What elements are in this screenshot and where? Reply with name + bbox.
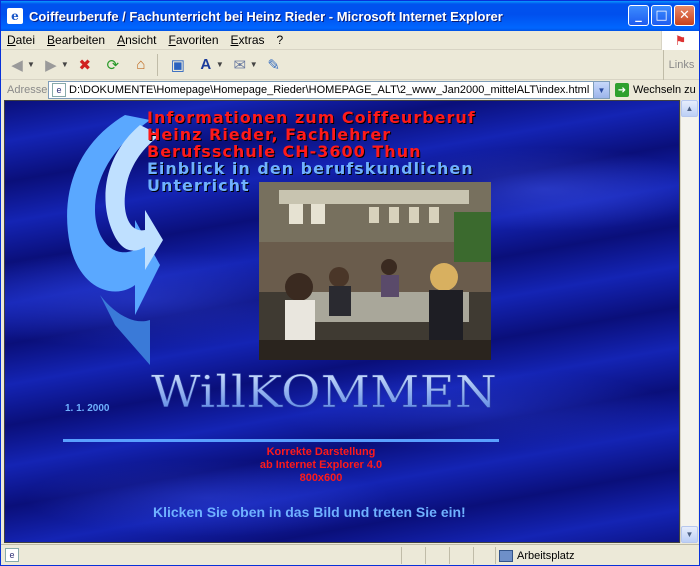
menu-help[interactable]: ? [271, 33, 290, 47]
minimize-button[interactable]: _ [628, 5, 649, 26]
status-divider [425, 547, 426, 564]
font-size-icon[interactable]: A [194, 53, 218, 77]
links-button[interactable]: Links [663, 50, 699, 80]
classroom-photo[interactable] [259, 182, 491, 360]
scroll-down-icon[interactable]: ▼ [681, 526, 698, 543]
go-button[interactable]: ➜ Wechseln zu [615, 81, 696, 99]
menu-bearbeiten[interactable]: Bearbeiten [41, 33, 111, 47]
mail-dropdown-icon[interactable]: ▼ [250, 60, 258, 69]
computer-icon [499, 549, 513, 562]
status-page-icon: e [5, 548, 19, 562]
stop-icon[interactable]: ✖ [73, 53, 97, 77]
menu-ansicht[interactable]: Ansicht [111, 33, 162, 47]
willkommen-graphic: WillKOMMEN [151, 367, 498, 415]
back-icon[interactable]: ◀ [5, 53, 29, 77]
zone-label: Arbeitsplatz [517, 549, 575, 562]
heading-line-5: Unterricht [147, 176, 250, 195]
security-zone: Arbeitsplatz [499, 547, 574, 564]
enter-instruction: Klicken Sie oben in das Bild und treten … [153, 504, 466, 520]
status-bar: e Arbeitsplatz [1, 544, 699, 565]
media-icon[interactable]: ▣ [166, 53, 190, 77]
forward-icon[interactable]: ▶ [39, 53, 63, 77]
edit-icon[interactable]: ✎ [262, 53, 286, 77]
font-size-dropdown-icon[interactable]: ▼ [216, 60, 224, 69]
date-label: 1. 1. 2000 [65, 403, 110, 414]
maximize-button[interactable]: □ [651, 5, 672, 26]
address-url[interactable]: D:\DOKUMENTE\Homepage\Homepage_Rieder\HO… [69, 84, 593, 96]
vertical-scrollbar[interactable]: ▲ ▼ [680, 100, 698, 543]
heading-line-4: Einblick in den berufskundlichen [147, 159, 474, 178]
notice-line-3: 800x600 [299, 472, 343, 484]
notice-line-1: Korrekte Darstellung [266, 446, 376, 458]
heading-line-2: Heinz Rieder, Fachlehrer [147, 125, 392, 144]
page-content: Informationen zum Coiffeurberuf Heinz Ri… [4, 100, 680, 543]
status-divider [449, 547, 450, 564]
menu-bar: Datei Bearbeiten Ansicht Favoriten Extra… [1, 31, 699, 50]
notice-line-2: ab Internet Explorer 4.0 [259, 459, 383, 471]
forward-dropdown-icon[interactable]: ▼ [61, 60, 69, 69]
menu-favoriten[interactable]: Favoriten [162, 33, 224, 47]
status-divider [401, 547, 402, 564]
willkommen-text: WillKOMMEN [151, 367, 497, 415]
close-button[interactable]: ✕ [674, 5, 695, 26]
address-bar: Adresse e D:\DOKUMENTE\Homepage\Homepage… [1, 80, 699, 100]
back-dropdown-icon[interactable]: ▼ [27, 60, 35, 69]
go-label: Wechseln zu [633, 84, 696, 96]
menu-extras[interactable]: Extras [225, 33, 271, 47]
mail-icon[interactable]: ✉ [228, 53, 252, 77]
scroll-up-icon[interactable]: ▲ [681, 100, 698, 117]
heading-line-1: Informationen zum Coiffeurberuf [147, 108, 476, 127]
windows-logo-icon: ⚑ [661, 31, 699, 50]
status-divider [473, 547, 474, 564]
title-bar[interactable]: e Coiffeurberufe / Fachunterricht bei He… [1, 1, 699, 31]
browser-window: e Coiffeurberufe / Fachunterricht bei He… [0, 0, 700, 566]
window-title: Coiffeurberufe / Fachunterricht bei Hein… [29, 8, 503, 24]
address-label: Adresse [7, 84, 48, 96]
heading-line-3: Berufsschule CH-3600 Thun [147, 142, 422, 161]
toolbar: ◀ ▼ ▶ ▼ ✖ ⟳ ⌂ ▣ A ▼ ✉ ▼ ✎ Links [1, 50, 699, 80]
window-controls: _ □ ✕ [628, 5, 695, 26]
menu-datei[interactable]: Datei [1, 33, 41, 47]
horizontal-rule [63, 439, 499, 442]
home-icon[interactable]: ⌂ [129, 53, 153, 77]
status-divider [495, 547, 496, 564]
address-dropdown-icon[interactable]: ▼ [593, 82, 609, 98]
go-arrow-icon: ➜ [615, 83, 629, 97]
ie-logo-icon: e [7, 8, 23, 24]
address-field[interactable]: e D:\DOKUMENTE\Homepage\Homepage_Rieder\… [48, 81, 610, 99]
refresh-icon[interactable]: ⟳ [101, 53, 125, 77]
page-icon: e [52, 83, 66, 97]
toolbar-separator [156, 53, 158, 76]
